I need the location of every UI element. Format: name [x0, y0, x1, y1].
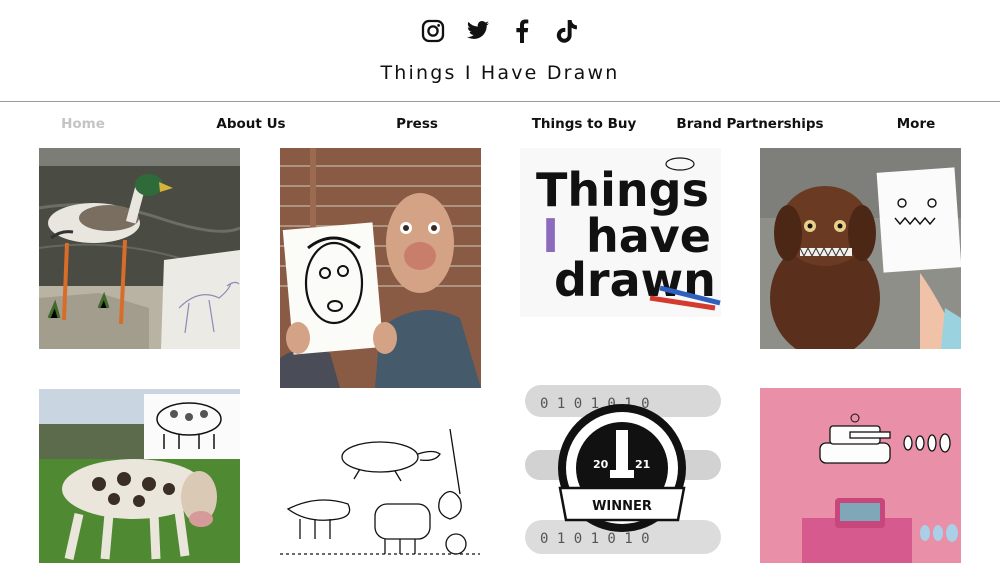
nav-item-things-to-buy[interactable]: Things to Buy — [532, 116, 637, 132]
main-nav: Home About Us Press Things to Buy Brand … — [0, 116, 1000, 136]
award-binary-bottom: 0 1 0 1 0 1 0 — [540, 531, 650, 547]
nav-item-about-us[interactable]: About Us — [216, 116, 285, 132]
site-title[interactable]: Things I Have Drawn — [0, 62, 1000, 84]
gallery-image-cow[interactable] — [39, 389, 240, 563]
gallery-image-sketches[interactable] — [280, 389, 481, 563]
award-year-right: 21 — [635, 458, 650, 471]
gallery-image-award[interactable]: 0 1 0 1 0 1 0 0 1 0 1 0 1 0 20 21 WINNER — [520, 380, 721, 563]
gallery-image-dog[interactable] — [760, 148, 961, 349]
instagram-icon[interactable] — [420, 18, 446, 44]
nav-item-press[interactable]: Press — [396, 116, 438, 132]
gallery-image-duck[interactable] — [39, 148, 240, 349]
award-year-left: 20 — [593, 458, 609, 471]
twitter-icon[interactable] — [465, 18, 491, 44]
nav-item-brand-partnerships[interactable]: Brand Partnerships — [676, 116, 823, 132]
header-divider — [0, 101, 1000, 102]
facebook-icon[interactable] — [509, 18, 535, 44]
gallery-image-man-with-drawing[interactable] — [280, 148, 481, 388]
social-links — [420, 17, 580, 45]
nav-item-home[interactable]: Home — [61, 116, 105, 132]
tiktok-icon[interactable] — [554, 18, 580, 44]
nav-item-more[interactable]: More — [897, 116, 936, 132]
award-banner: WINNER — [592, 499, 652, 514]
gallery-image-robots[interactable] — [760, 388, 961, 563]
logo-word-drawn: drawn — [554, 253, 716, 307]
gallery-image-logo[interactable]: Things I have drawn — [520, 148, 721, 317]
